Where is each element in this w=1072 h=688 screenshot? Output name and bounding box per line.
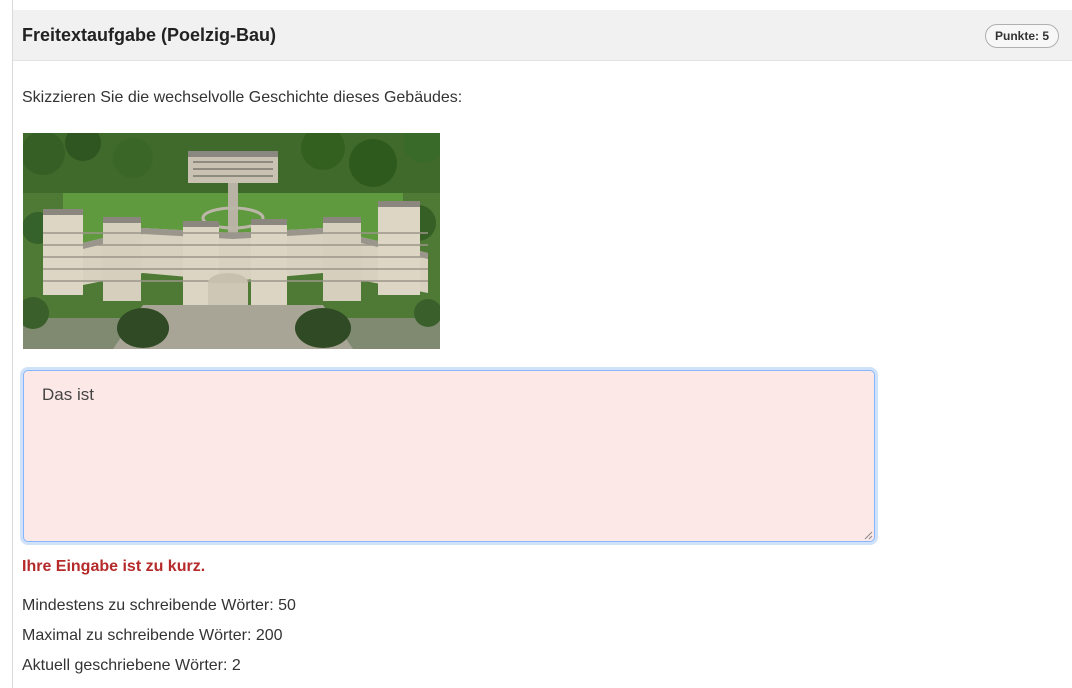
question-header: Freitextaufgabe (Poelzig-Bau) Punkte: 5 [13, 10, 1072, 61]
min-words-info: Mindestens zu schreibende Wörter: 50 [22, 597, 296, 614]
current-words-info: Aktuell geschriebene Wörter: 2 [22, 657, 241, 674]
building-photo [23, 133, 440, 349]
validation-error: Ihre Eingabe ist zu kurz. [22, 558, 206, 575]
points-badge: Punkte: 5 [985, 24, 1060, 48]
resize-grip-icon[interactable] [863, 530, 873, 540]
question-title: Freitextaufgabe (Poelzig-Bau) [22, 25, 277, 45]
question-panel: Freitextaufgabe (Poelzig-Bau) Punkte: 5 … [12, 0, 1072, 688]
max-words-info: Maximal zu schreibende Wörter: 200 [22, 627, 283, 644]
question-prompt: Skizzieren Sie die wechselvolle Geschich… [22, 89, 463, 106]
answer-textarea[interactable] [23, 370, 875, 542]
